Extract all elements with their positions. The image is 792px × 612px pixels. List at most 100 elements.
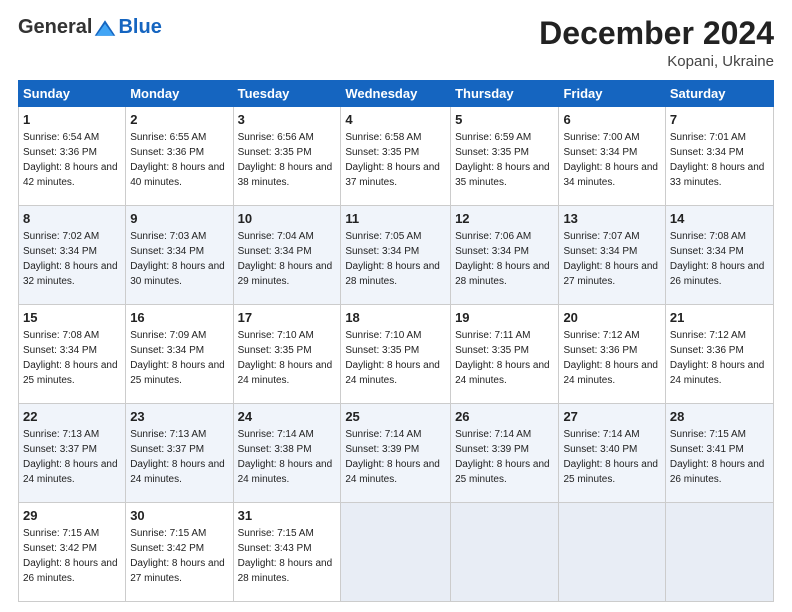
calendar-header-friday: Friday <box>559 81 665 107</box>
logo-general: General <box>18 16 92 39</box>
day-info: Sunrise: 7:12 AMSunset: 3:36 PMDaylight:… <box>563 330 658 386</box>
logo-blue: Blue <box>118 16 161 39</box>
day-info: Sunrise: 7:15 AMSunset: 3:42 PMDaylight:… <box>23 528 118 584</box>
calendar-week-4: 22 Sunrise: 7:13 AMSunset: 3:37 PMDayligh… <box>19 404 774 503</box>
day-info: Sunrise: 7:00 AMSunset: 3:34 PMDaylight:… <box>563 132 658 188</box>
day-info: Sunrise: 7:14 AMSunset: 3:39 PMDaylight:… <box>455 429 550 485</box>
day-info: Sunrise: 7:07 AMSunset: 3:34 PMDaylight:… <box>563 231 658 287</box>
day-info: Sunrise: 7:13 AMSunset: 3:37 PMDaylight:… <box>23 429 118 485</box>
day-number: 28 <box>670 408 769 426</box>
day-number: 4 <box>345 111 446 129</box>
main-title: December 2024 <box>539 16 774 51</box>
day-info: Sunrise: 7:01 AMSunset: 3:34 PMDaylight:… <box>670 132 765 188</box>
calendar-header-thursday: Thursday <box>451 81 559 107</box>
day-info: Sunrise: 7:09 AMSunset: 3:34 PMDaylight:… <box>130 330 225 386</box>
day-number: 14 <box>670 210 769 228</box>
calendar-cell: 14 Sunrise: 7:08 AMSunset: 3:34 PMDayligh… <box>665 206 773 305</box>
day-number: 21 <box>670 309 769 327</box>
day-info: Sunrise: 7:11 AMSunset: 3:35 PMDaylight:… <box>455 330 550 386</box>
day-info: Sunrise: 7:13 AMSunset: 3:37 PMDaylight:… <box>130 429 225 485</box>
calendar-cell <box>559 503 665 602</box>
calendar-cell <box>665 503 773 602</box>
day-number: 31 <box>238 507 337 525</box>
day-info: Sunrise: 7:14 AMSunset: 3:39 PMDaylight:… <box>345 429 440 485</box>
day-number: 11 <box>345 210 446 228</box>
calendar-cell: 17 Sunrise: 7:10 AMSunset: 3:35 PMDayligh… <box>233 305 341 404</box>
calendar-cell: 31 Sunrise: 7:15 AMSunset: 3:43 PMDayligh… <box>233 503 341 602</box>
day-number: 18 <box>345 309 446 327</box>
calendar-cell: 28 Sunrise: 7:15 AMSunset: 3:41 PMDayligh… <box>665 404 773 503</box>
calendar-header-tuesday: Tuesday <box>233 81 341 107</box>
day-number: 5 <box>455 111 554 129</box>
day-info: Sunrise: 7:15 AMSunset: 3:41 PMDaylight:… <box>670 429 765 485</box>
day-info: Sunrise: 7:15 AMSunset: 3:43 PMDaylight:… <box>238 528 333 584</box>
calendar-header-monday: Monday <box>126 81 233 107</box>
calendar-week-3: 15Sunrise: 7:08 AMSunset: 3:34 PMDayligh… <box>19 305 774 404</box>
calendar-cell: 4Sunrise: 6:58 AMSunset: 3:35 PMDaylight… <box>341 107 451 206</box>
day-number: 10 <box>238 210 337 228</box>
day-info: Sunrise: 7:10 AMSunset: 3:35 PMDaylight:… <box>345 330 440 386</box>
day-number: 19 <box>455 309 554 327</box>
calendar-header-sunday: Sunday <box>19 81 126 107</box>
calendar-cell: 6 Sunrise: 7:00 AMSunset: 3:34 PMDaylight… <box>559 107 665 206</box>
day-number: 17 <box>238 309 337 327</box>
day-info: Sunrise: 7:03 AMSunset: 3:34 PMDaylight:… <box>130 231 225 287</box>
calendar-cell: 16Sunrise: 7:09 AMSunset: 3:34 PMDayligh… <box>126 305 233 404</box>
calendar-cell: 29 Sunrise: 7:15 AMSunset: 3:42 PMDayligh… <box>19 503 126 602</box>
day-number: 25 <box>345 408 446 426</box>
day-info: Sunrise: 7:08 AMSunset: 3:34 PMDaylight:… <box>670 231 765 287</box>
day-number: 1 <box>23 111 121 129</box>
calendar-cell: 7 Sunrise: 7:01 AMSunset: 3:34 PMDaylight… <box>665 107 773 206</box>
day-info: Sunrise: 7:14 AMSunset: 3:40 PMDaylight:… <box>563 429 658 485</box>
calendar-cell: 22 Sunrise: 7:13 AMSunset: 3:37 PMDayligh… <box>19 404 126 503</box>
day-info: Sunrise: 7:06 AMSunset: 3:34 PMDaylight:… <box>455 231 550 287</box>
calendar-week-1: 1 Sunrise: 6:54 AMSunset: 3:36 PMDaylight… <box>19 107 774 206</box>
calendar-cell: 1 Sunrise: 6:54 AMSunset: 3:36 PMDaylight… <box>19 107 126 206</box>
logo-text: General Blue <box>18 16 162 39</box>
calendar-cell: 23 Sunrise: 7:13 AMSunset: 3:37 PMDayligh… <box>126 404 233 503</box>
day-info: Sunrise: 7:14 AMSunset: 3:38 PMDaylight:… <box>238 429 333 485</box>
day-info: Sunrise: 6:54 AMSunset: 3:36 PMDaylight:… <box>23 132 118 188</box>
day-info: Sunrise: 6:55 AMSunset: 3:36 PMDaylight:… <box>130 132 225 188</box>
calendar-cell: 13Sunrise: 7:07 AMSunset: 3:34 PMDayligh… <box>559 206 665 305</box>
calendar-cell: 9 Sunrise: 7:03 AMSunset: 3:34 PMDaylight… <box>126 206 233 305</box>
calendar-cell: 20 Sunrise: 7:12 AMSunset: 3:36 PMDayligh… <box>559 305 665 404</box>
calendar-cell: 26Sunrise: 7:14 AMSunset: 3:39 PMDayligh… <box>451 404 559 503</box>
calendar-cell: 11 Sunrise: 7:05 AMSunset: 3:34 PMDayligh… <box>341 206 451 305</box>
day-info: Sunrise: 7:10 AMSunset: 3:35 PMDaylight:… <box>238 330 333 386</box>
day-number: 6 <box>563 111 660 129</box>
calendar-header-wednesday: Wednesday <box>341 81 451 107</box>
calendar-header-row: SundayMondayTuesdayWednesdayThursdayFrid… <box>19 81 774 107</box>
day-number: 22 <box>23 408 121 426</box>
day-number: 3 <box>238 111 337 129</box>
page: General Blue December 2024 Kopani, Ukrai… <box>0 0 792 612</box>
calendar-cell <box>341 503 451 602</box>
day-number: 2 <box>130 111 228 129</box>
calendar-cell: 15Sunrise: 7:08 AMSunset: 3:34 PMDayligh… <box>19 305 126 404</box>
day-number: 30 <box>130 507 228 525</box>
calendar-cell <box>451 503 559 602</box>
logo: General Blue <box>18 16 162 39</box>
calendar-week-2: 8Sunrise: 7:02 AMSunset: 3:34 PMDaylight… <box>19 206 774 305</box>
day-number: 15 <box>23 309 121 327</box>
calendar-cell: 18 Sunrise: 7:10 AMSunset: 3:35 PMDayligh… <box>341 305 451 404</box>
day-number: 7 <box>670 111 769 129</box>
day-number: 20 <box>563 309 660 327</box>
calendar-cell: 2 Sunrise: 6:55 AMSunset: 3:36 PMDaylight… <box>126 107 233 206</box>
calendar: SundayMondayTuesdayWednesdayThursdayFrid… <box>18 80 774 602</box>
day-info: Sunrise: 7:02 AMSunset: 3:34 PMDaylight:… <box>23 231 118 287</box>
day-number: 23 <box>130 408 228 426</box>
title-block: December 2024 Kopani, Ukraine <box>539 16 774 70</box>
day-info: Sunrise: 7:04 AMSunset: 3:34 PMDaylight:… <box>238 231 333 287</box>
day-number: 27 <box>563 408 660 426</box>
calendar-cell: 5Sunrise: 6:59 AMSunset: 3:35 PMDaylight… <box>451 107 559 206</box>
day-number: 9 <box>130 210 228 228</box>
calendar-cell: 19 Sunrise: 7:11 AMSunset: 3:35 PMDayligh… <box>451 305 559 404</box>
calendar-header-saturday: Saturday <box>665 81 773 107</box>
day-number: 12 <box>455 210 554 228</box>
day-info: Sunrise: 7:12 AMSunset: 3:36 PMDaylight:… <box>670 330 765 386</box>
day-number: 29 <box>23 507 121 525</box>
calendar-cell: 21 Sunrise: 7:12 AMSunset: 3:36 PMDayligh… <box>665 305 773 404</box>
calendar-cell: 8Sunrise: 7:02 AMSunset: 3:34 PMDaylight… <box>19 206 126 305</box>
day-info: Sunrise: 7:05 AMSunset: 3:34 PMDaylight:… <box>345 231 440 287</box>
